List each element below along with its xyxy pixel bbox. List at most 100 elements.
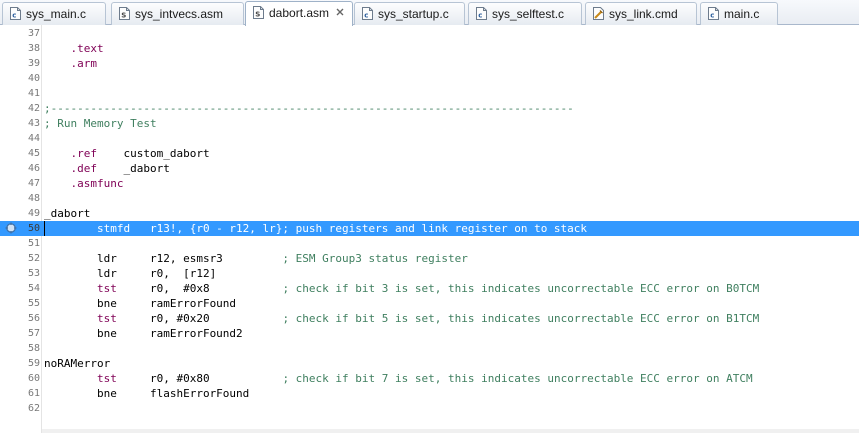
line-code: noRAMerror — [44, 356, 110, 371]
code-token: _dabort — [97, 162, 170, 175]
line-number: 46 — [27, 163, 40, 174]
code-line[interactable]: 41 — [0, 86, 859, 101]
tab-sys-intvecs-asm[interactable]: Ssys_intvecs.asm — [111, 2, 244, 25]
code-line[interactable]: 62 — [0, 401, 859, 416]
line-number: 50 — [27, 223, 40, 234]
line-number: 47 — [27, 178, 40, 189]
tab-sys-startup-c[interactable]: c sys_startup.c — [354, 2, 465, 25]
text-cursor — [44, 221, 45, 236]
tab-label: sys_intvecs.asm — [135, 7, 224, 21]
code-line[interactable]: 45 .ref custom_dabort — [0, 146, 859, 161]
code-line[interactable]: 56 tst r0, #0x20 ; check if bit 5 is set… — [0, 311, 859, 326]
line-code: _dabort — [44, 206, 90, 221]
line-code: tst r0, #0x8 ; check if bit 3 is set, th… — [44, 281, 759, 296]
code-line[interactable]: 42 ;-------------------------------------… — [0, 101, 859, 116]
comment-token: ; check if bit 5 is set, this indicates … — [282, 312, 760, 325]
tab-main-c[interactable]: c main.c — [700, 2, 778, 25]
code-token: r0, #0x80 — [116, 372, 283, 385]
line-code: .ref custom_dabort — [44, 146, 210, 161]
code-line[interactable]: 54 tst r0, #0x8 ; check if bit 3 is set,… — [0, 281, 859, 296]
code-line[interactable]: 59 noRAMerror — [0, 356, 859, 371]
line-code: ;---------------------------------------… — [44, 101, 574, 116]
comment-token: ;---------------------------------------… — [44, 102, 574, 115]
code-token: ldr r0, [r12] — [44, 267, 217, 280]
c-file-icon: c — [708, 7, 719, 20]
line-code: .asmfunc — [44, 176, 124, 191]
code-line[interactable]: 43 ; Run Memory Test — [0, 116, 859, 131]
editor-pane[interactable]: 37 38 .text 39 .arm 40 41 42 ;----------------… — [0, 25, 859, 433]
code-line[interactable]: 39 .arm — [0, 56, 859, 71]
code-line[interactable]: 38 .text — [0, 41, 859, 56]
tab-sys-main-c[interactable]: c sys_main.c — [2, 2, 106, 25]
line-number: 58 — [27, 343, 40, 354]
line-number: 40 — [27, 73, 40, 84]
line-number: 57 — [27, 328, 40, 339]
line-number: 49 — [27, 208, 40, 219]
code-line[interactable]: 40 — [0, 71, 859, 86]
comment-token: ; ESM Group3 status register — [282, 252, 468, 265]
close-icon[interactable] — [334, 6, 346, 18]
asm-file-icon: S — [253, 6, 264, 19]
code-token: _dabort — [44, 207, 91, 220]
comment-token: ; check if bit 7 is set, this indicates … — [282, 372, 753, 385]
tab-dabort-asm[interactable]: Sdabort.asm — [245, 1, 353, 26]
c-file-icon: c — [476, 7, 487, 20]
line-number: 54 — [27, 283, 40, 294]
tab-sys-selftest-c[interactable]: c sys_selftest.c — [468, 2, 582, 25]
line-number: 42 — [27, 103, 40, 114]
line-number: 37 — [27, 28, 40, 39]
code-line[interactable]: 52 ldr r12, esmsr3 ; ESM Group3 status r… — [0, 251, 859, 266]
horizontal-scrollbar[interactable] — [42, 429, 859, 433]
code-line[interactable]: 47 .asmfunc — [0, 176, 859, 191]
code-line[interactable]: 46 .def _dabort — [0, 161, 859, 176]
line-number: 61 — [27, 388, 40, 399]
line-code: tst r0, #0x20 ; check if bit 5 is set, t… — [44, 311, 759, 326]
tab-label: sys_selftest.c — [492, 7, 565, 21]
code-line[interactable]: 57 bne ramErrorFound2 — [0, 326, 859, 341]
line-number: 59 — [27, 358, 40, 369]
comment-token: ; Run Memory Test — [44, 117, 157, 130]
svg-text:c: c — [478, 12, 482, 20]
code-line[interactable]: 61 bne flashErrorFound — [0, 386, 859, 401]
code-token: ldr r12, esmsr3 — [44, 252, 283, 265]
code-line[interactable]: 58 — [0, 341, 859, 356]
code-line[interactable]: 51 — [0, 236, 859, 251]
code-line[interactable]: 53 ldr r0, [r12] — [0, 266, 859, 281]
line-number: 62 — [27, 403, 40, 414]
line-number: 48 — [27, 193, 40, 204]
line-code: stmfd r13!, {r0 - r12, lr}; push registe… — [44, 221, 587, 236]
tab-label: dabort.asm — [269, 6, 330, 20]
debug-location-icon[interactable] — [5, 222, 17, 234]
code-token: r0, #0x20 — [116, 312, 283, 325]
code-line[interactable]: 49 _dabort — [0, 206, 859, 221]
line-code: tst r0, #0x80 ; check if bit 7 is set, t… — [44, 371, 753, 386]
code-token: bne flashErrorFound — [44, 387, 250, 400]
line-number: 44 — [27, 133, 40, 144]
code-line[interactable]: 37 — [0, 26, 859, 41]
svg-text:c: c — [12, 12, 16, 20]
tab-label: sys_startup.c — [378, 7, 449, 21]
code-line[interactable]: 48 — [0, 191, 859, 206]
code-token: stmfd r13!, {r0 - r12, lr}; push registe… — [44, 222, 588, 235]
directive-token: .text — [70, 42, 104, 55]
tab-label: sys_main.c — [26, 7, 87, 21]
line-code: bne ramErrorFound — [44, 296, 236, 311]
line-code: bne ramErrorFound2 — [44, 326, 243, 341]
line-number: 60 — [27, 373, 40, 384]
code-line[interactable]: 55 bne ramErrorFound — [0, 296, 859, 311]
code-line[interactable]: 60 tst r0, #0x80 ; check if bit 7 is set… — [0, 371, 859, 386]
line-number: 52 — [27, 253, 40, 264]
code-text-area[interactable]: 37 38 .text 39 .arm 40 41 42 ;----------------… — [0, 25, 859, 433]
tab-sys-link-cmd[interactable]: sys_link.cmd — [585, 2, 697, 25]
line-code: ldr r0, [r12] — [44, 266, 216, 281]
code-line[interactable]: 44 — [0, 131, 859, 146]
tab-label: sys_link.cmd — [609, 7, 678, 21]
code-line[interactable]: 50 stmfd r13!, {r0 - r12, lr}; push regi… — [0, 221, 859, 236]
code-token: bne ramErrorFound2 — [44, 327, 243, 340]
line-code: .text — [44, 41, 104, 56]
code-token: bne ramErrorFound — [44, 297, 237, 310]
